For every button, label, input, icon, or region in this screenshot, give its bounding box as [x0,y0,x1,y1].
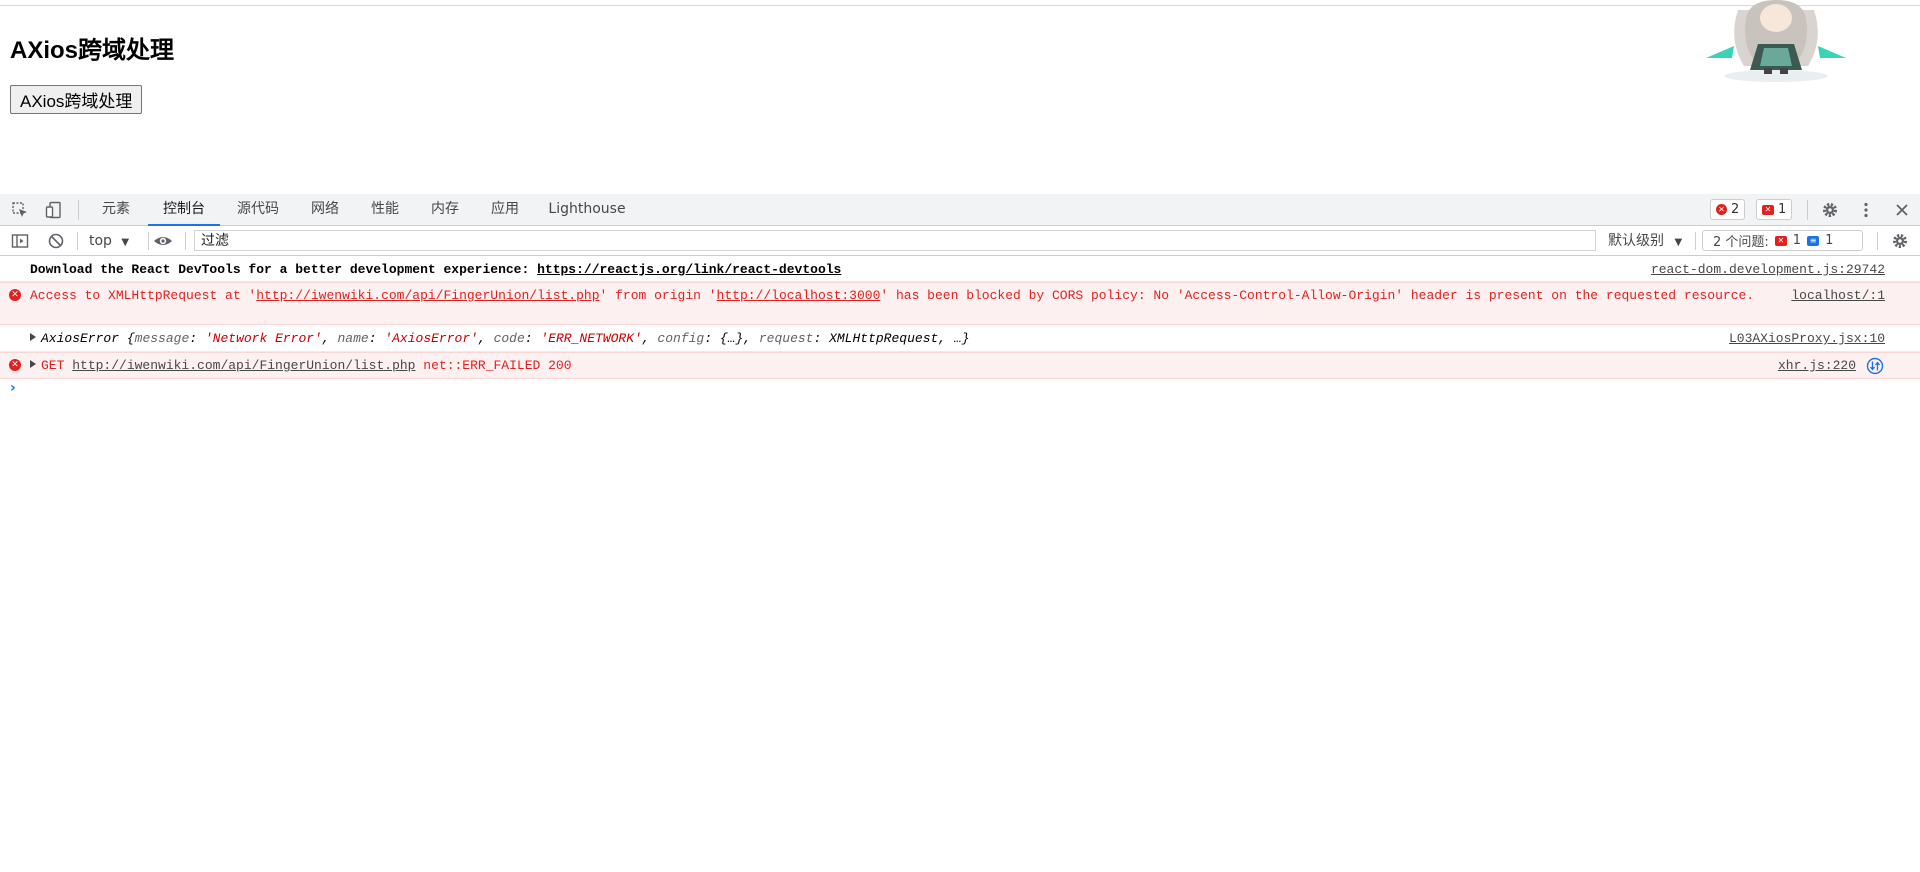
object-key: code [493,331,525,346]
issue-error-icon: ✕ [1762,204,1774,215]
message-source-link[interactable]: L03AXiosProxy.jsx:10 [1729,330,1885,347]
message-text: ' from origin ' [599,288,717,303]
object-key: request [758,331,814,346]
issue-count: 1 [1778,202,1787,217]
request-status: net::ERR_FAILED 200 [423,358,572,373]
console-settings-gear-icon[interactable] [1890,231,1910,251]
log-level-value: 默认级别 [1608,233,1664,249]
tab-lighthouse[interactable]: Lighthouse [544,194,630,225]
console-toolbar: top ▼ 默认级别 ▼ 2 个问题: ✕ 1 ≡ 1 [0,226,1920,256]
message-source-link[interactable]: localhost/:1 [1791,287,1885,304]
mascot-image [1706,0,1846,82]
object-value: {…} [719,331,744,346]
tab-network[interactable]: 网络 [300,194,350,225]
tab-console[interactable]: 控制台 [148,194,220,226]
console-message-axios-error[interactable]: AxiosError {message: 'Network Error', na… [0,325,1920,352]
devtools-panel: 元素 控制台 源代码 网络 性能 内存 应用 Lighthouse ✕ 2 ✕ … [0,194,1920,872]
device-toolbar-icon[interactable] [44,200,64,220]
inspect-element-icon[interactable] [10,200,30,220]
object-value: 'Network Error' [204,331,322,346]
network-request-icon[interactable] [1866,357,1884,380]
error-counter[interactable]: ✕ 2 [1710,199,1746,220]
request-url-link[interactable]: http://iwenwiki.com/api/FingerUnion/list… [256,288,599,303]
dropdown-arrow-icon: ▼ [1674,237,1683,248]
message-source-link[interactable]: react-dom.development.js:29742 [1651,261,1885,278]
error-icon: ✕ [9,359,21,371]
error-count: 2 [1731,202,1740,217]
toolbar-divider [77,232,78,250]
clear-console-icon[interactable] [46,231,66,251]
expand-triangle-icon[interactable] [30,333,36,341]
http-method: GET [41,358,65,373]
console-message-get-error[interactable]: ✕ GET http://iwenwiki.com/api/FingerUnio… [0,352,1920,379]
toolbar-divider [1695,232,1696,250]
tab-memory[interactable]: 内存 [420,194,470,225]
toolbar-divider [78,200,79,220]
console-filter-input[interactable] [194,230,1596,251]
toolbar-divider [1877,232,1878,250]
context-selector[interactable]: top ▼ [89,226,129,256]
log-level-selector[interactable]: 默认级别 ▼ [1608,226,1682,256]
toolbar-divider [1807,200,1808,220]
console-prompt[interactable]: › [10,380,16,396]
issue-info-icon: ≡ [1807,235,1820,246]
tab-performance[interactable]: 性能 [360,194,410,225]
console-message-cors-error: ✕ Access to XMLHttpRequest at 'http://iw… [0,282,1920,325]
object-key: config [657,331,705,346]
issues-error-count: 1 [1792,233,1802,248]
object-key: name [337,331,369,346]
sidebar-toggle-icon[interactable] [10,231,30,251]
context-value: top [89,233,112,249]
origin-url-link[interactable]: http://localhost:3000 [717,288,881,303]
expand-triangle-icon[interactable] [30,360,36,368]
devtools-tabbar: 元素 控制台 源代码 网络 性能 内存 应用 Lighthouse ✕ 2 ✕ … [0,194,1920,226]
issues-label: 2 个问题: [1713,235,1769,250]
page-title: AXios跨域处理 [10,37,175,64]
message-text: Download the React DevTools for a better… [30,262,538,277]
message-text: ' has been blocked by CORS policy: No 'A… [880,288,1755,303]
issues-info-count: 1 [1825,233,1834,248]
axios-cors-button[interactable]: AXios跨域处理 [10,85,143,114]
dropdown-arrow-icon: ▼ [121,237,130,248]
toolbar-divider [185,232,186,250]
react-devtools-link[interactable]: https://reactjs.org/link/react-devtools [537,262,841,277]
object-class-name: AxiosError [41,331,120,346]
settings-gear-icon[interactable] [1820,200,1840,220]
more-options-icon[interactable] [1856,200,1876,220]
object-value: 'ERR_NETWORK' [540,331,642,346]
issues-button[interactable]: 2 个问题: ✕ 1 ≡ 1 [1702,230,1863,251]
tab-elements[interactable]: 元素 [94,194,138,225]
issue-error-icon: ✕ [1774,235,1787,246]
object-key: message [134,331,190,346]
error-icon: ✕ [9,289,21,301]
request-url-link[interactable]: http://iwenwiki.com/api/FingerUnion/list… [72,358,415,373]
page-content: AXios跨域处理 AXios跨域处理 [0,0,1920,194]
object-value: XMLHttpRequest [829,331,939,346]
tab-application[interactable]: 应用 [480,194,530,225]
console-messages: Download the React DevTools for a better… [0,256,1920,396]
console-message-devtools-hint: Download the React DevTools for a better… [0,256,1920,282]
close-devtools-icon[interactable] [1892,200,1912,220]
live-expression-eye-icon[interactable] [153,231,173,251]
toolbar-divider [148,232,149,250]
message-text: Access to XMLHttpRequest at ' [30,288,257,303]
issue-counter[interactable]: ✕ 1 [1756,199,1793,220]
error-circle-icon: ✕ [1716,204,1727,215]
object-ellipsis: …} [953,331,970,346]
object-value: 'AxiosError' [384,331,478,346]
message-source-link[interactable]: xhr.js:220 [1778,357,1856,374]
tab-sources[interactable]: 源代码 [230,194,286,225]
